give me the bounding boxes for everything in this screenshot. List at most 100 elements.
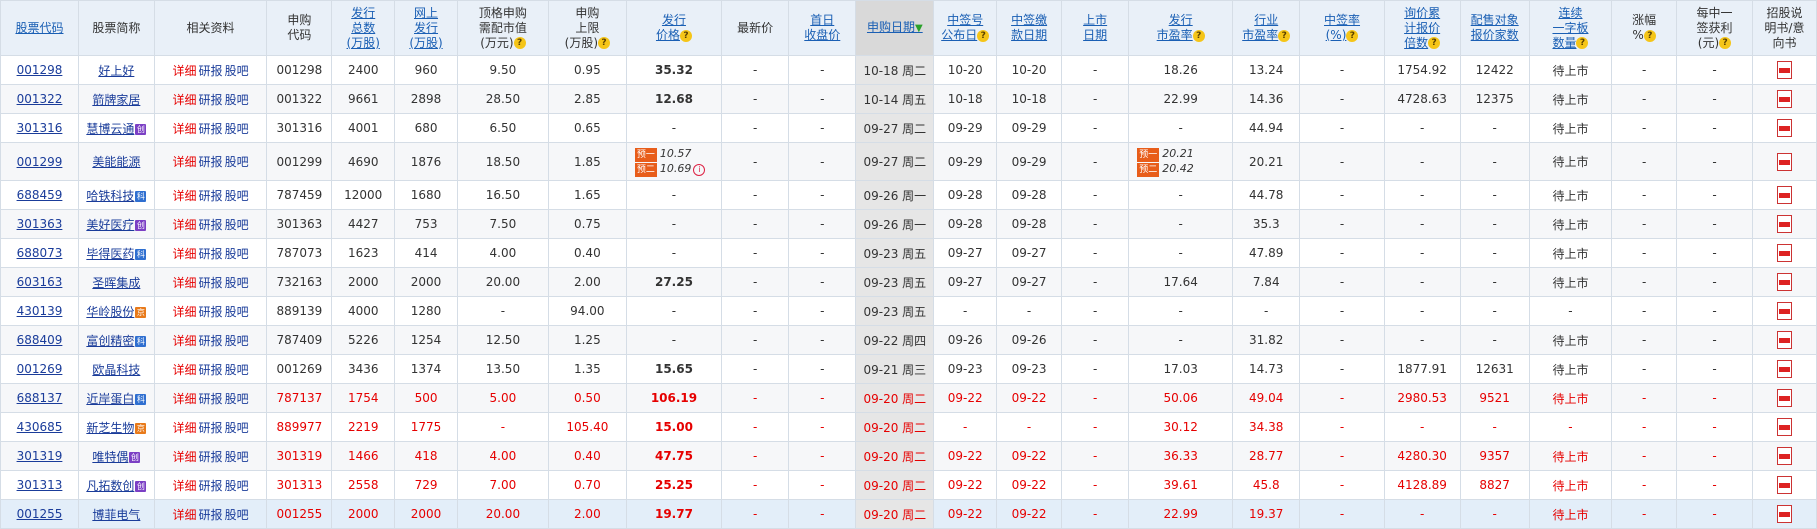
detail-link[interactable]: 详细: [173, 218, 197, 232]
stock-name-link[interactable]: 唯特偶: [92, 450, 128, 464]
stock-code-cell[interactable]: 001322: [0, 84, 79, 114]
stock-code-link[interactable]: 688137: [17, 391, 63, 405]
help-icon[interactable]: ?: [1719, 37, 1732, 49]
stock-name-link[interactable]: 富创精密: [86, 334, 134, 348]
stock-code-cell[interactable]: 301316: [0, 113, 79, 143]
stock-code-cell[interactable]: 603163: [0, 267, 79, 297]
stock-code-link[interactable]: 430685: [17, 420, 63, 434]
stock-name-cell[interactable]: 箭牌家居: [77, 84, 155, 114]
stock-code-cell[interactable]: 001298: [0, 55, 79, 85]
prospectus-cell[interactable]: [1751, 325, 1817, 355]
stock-name-cell[interactable]: 唯特偶创: [77, 441, 155, 471]
stock-code-link[interactable]: 301316: [17, 121, 63, 135]
prospectus-cell[interactable]: [1751, 412, 1817, 442]
research-link[interactable]: 研报: [199, 392, 223, 406]
prospectus-cell[interactable]: [1751, 296, 1817, 326]
prospectus-cell[interactable]: [1751, 354, 1817, 384]
column-header[interactable]: 股票代码: [0, 0, 79, 56]
detail-link[interactable]: 详细: [173, 155, 197, 169]
research-link[interactable]: 研报: [199, 305, 223, 319]
detail-link[interactable]: 详细: [173, 421, 197, 435]
prospectus-cell[interactable]: [1751, 267, 1817, 297]
stock-code-cell[interactable]: 301313: [0, 470, 79, 500]
research-link[interactable]: 研报: [199, 508, 223, 522]
pdf-icon[interactable]: [1776, 152, 1792, 171]
stock-code-link[interactable]: 301313: [17, 478, 63, 492]
research-link[interactable]: 研报: [199, 64, 223, 78]
column-header[interactable]: 上市 日期: [1061, 0, 1130, 56]
guba-link[interactable]: 股吧: [225, 363, 249, 377]
help-icon[interactable]: ?: [1192, 29, 1205, 42]
column-header[interactable]: 网上 发行 (万股): [394, 0, 458, 56]
stock-code-cell[interactable]: 301319: [0, 441, 79, 471]
stock-code-cell[interactable]: 301363: [0, 209, 79, 239]
pdf-icon[interactable]: [1776, 215, 1792, 233]
help-icon[interactable]: ?: [1346, 29, 1359, 42]
guba-link[interactable]: 股吧: [225, 508, 249, 522]
stock-code-link[interactable]: 301363: [17, 217, 63, 231]
column-header[interactable]: 发行 市盈率?: [1128, 0, 1234, 56]
stock-name-link[interactable]: 近岸蛋白: [86, 392, 134, 406]
detail-link[interactable]: 详细: [173, 508, 197, 522]
stock-code-link[interactable]: 001298: [17, 63, 63, 77]
sort-down-icon[interactable]: ▼: [915, 23, 923, 34]
stock-name-cell[interactable]: 新芝生物京: [77, 412, 155, 442]
stock-name-cell[interactable]: 博菲电气: [77, 499, 155, 529]
pdf-icon[interactable]: [1776, 476, 1792, 494]
column-header[interactable]: 询价累 计报价 倍数?: [1383, 0, 1461, 56]
stock-code-cell[interactable]: 001269: [0, 354, 79, 384]
stock-code-link[interactable]: 430139: [17, 304, 63, 318]
prospectus-cell[interactable]: [1751, 238, 1817, 268]
detail-link[interactable]: 详细: [173, 334, 197, 348]
column-header[interactable]: 首日 收盘价: [788, 0, 857, 56]
help-icon[interactable]: ?: [513, 37, 526, 49]
prospectus-cell[interactable]: [1751, 441, 1817, 471]
column-header[interactable]: 连续 一字板 数量?: [1528, 0, 1613, 56]
pdf-icon[interactable]: [1776, 360, 1792, 378]
detail-link[interactable]: 详细: [173, 93, 197, 107]
detail-link[interactable]: 详细: [173, 122, 197, 136]
guba-link[interactable]: 股吧: [225, 64, 249, 78]
prospectus-cell[interactable]: [1751, 209, 1817, 239]
stock-name-link[interactable]: 圣晖集成: [92, 276, 140, 290]
prospectus-cell[interactable]: [1751, 84, 1817, 114]
research-link[interactable]: 研报: [199, 450, 223, 464]
research-link[interactable]: 研报: [199, 247, 223, 261]
stock-code-cell[interactable]: 688073: [0, 238, 79, 268]
info-icon[interactable]: i: [693, 163, 706, 176]
stock-code-cell[interactable]: 688459: [0, 180, 79, 210]
research-link[interactable]: 研报: [199, 276, 223, 290]
stock-code-cell[interactable]: 430685: [0, 412, 79, 442]
stock-name-link[interactable]: 华岭股份: [86, 305, 134, 319]
stock-name-link[interactable]: 美好医疗: [86, 218, 134, 232]
guba-link[interactable]: 股吧: [225, 155, 249, 169]
stock-code-link[interactable]: 001299: [17, 155, 63, 169]
column-header[interactable]: 中签率 (%)?: [1299, 0, 1385, 56]
stock-name-cell[interactable]: 欧晶科技: [77, 354, 155, 384]
stock-name-cell[interactable]: 美好医疗创: [77, 209, 155, 239]
guba-link[interactable]: 股吧: [225, 218, 249, 232]
pdf-icon[interactable]: [1776, 186, 1792, 204]
stock-name-cell[interactable]: 美能能源: [77, 142, 155, 181]
pdf-icon[interactable]: [1776, 90, 1792, 108]
stock-name-cell[interactable]: 凡拓数创创: [77, 470, 155, 500]
stock-code-link[interactable]: 688459: [17, 188, 63, 202]
stock-name-link[interactable]: 凡拓数创: [86, 479, 134, 493]
stock-code-cell[interactable]: 688409: [0, 325, 79, 355]
stock-code-link[interactable]: 001269: [17, 362, 63, 376]
guba-link[interactable]: 股吧: [225, 122, 249, 136]
prospectus-cell[interactable]: [1751, 180, 1817, 210]
pdf-icon[interactable]: [1776, 119, 1792, 137]
prospectus-cell[interactable]: [1751, 113, 1817, 143]
stock-name-link[interactable]: 毕得医药: [86, 247, 134, 261]
detail-link[interactable]: 详细: [173, 305, 197, 319]
research-link[interactable]: 研报: [199, 334, 223, 348]
stock-name-cell[interactable]: 近岸蛋白科: [77, 383, 155, 413]
column-header[interactable]: 中签号 公布日?: [933, 0, 998, 56]
stock-code-link[interactable]: 688409: [17, 333, 63, 347]
stock-name-link[interactable]: 欧晶科技: [92, 363, 140, 377]
column-header[interactable]: 行业 市盈率?: [1232, 0, 1301, 56]
research-link[interactable]: 研报: [199, 189, 223, 203]
guba-link[interactable]: 股吧: [225, 392, 249, 406]
guba-link[interactable]: 股吧: [225, 305, 249, 319]
